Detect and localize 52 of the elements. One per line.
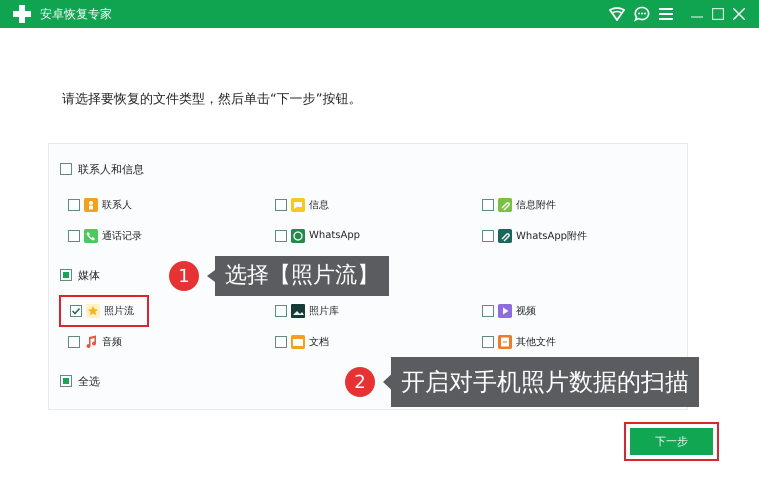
maximize-icon[interactable] (712, 8, 724, 20)
item-checkbox[interactable] (68, 336, 80, 348)
item-checkbox[interactable] (68, 230, 80, 242)
item-checkbox[interactable] (275, 230, 287, 242)
callout-bubble: 选择【照片流】 (207, 256, 389, 296)
contact-card-icon (84, 198, 98, 212)
menu-icon[interactable] (659, 8, 673, 20)
file-type-label: 联系人 (102, 198, 132, 212)
file-type-label: WhatsApp (309, 230, 360, 241)
item-checkbox[interactable] (68, 198, 80, 210)
group-label: 联系人和信息 (78, 162, 144, 176)
file-type-label: 通话记录 (102, 230, 142, 242)
item-checkbox[interactable] (482, 198, 494, 210)
instruction-text: 请选择要恢复的文件类型，然后单击“下一步”按钮。 (62, 91, 362, 109)
item-checkbox[interactable] (482, 230, 494, 242)
wifi-icon[interactable] (609, 7, 625, 21)
group-label: 媒体 (78, 268, 100, 282)
chat-bubble-icon (291, 198, 305, 212)
close-icon[interactable] (733, 8, 745, 20)
plus-icon (12, 4, 32, 24)
file-type-label: 文档 (309, 336, 329, 348)
file-icon (498, 334, 512, 348)
item-checkbox[interactable] (275, 198, 287, 210)
item-checkbox[interactable] (482, 336, 494, 348)
music-note-icon (84, 334, 98, 348)
file-type-label: WhatsApp附件 (516, 230, 588, 242)
phone-icon (84, 228, 98, 242)
window-title: 安卓恢复专家 (40, 6, 112, 22)
folder-icon (291, 334, 305, 348)
group-checkbox[interactable] (60, 163, 72, 175)
item-checkbox[interactable] (482, 304, 494, 316)
item-checkbox[interactable] (70, 304, 82, 316)
chat-icon[interactable] (634, 6, 650, 22)
select-all-checkbox[interactable] (60, 375, 72, 387)
file-type-label: 照片库 (309, 304, 339, 318)
file-type-label: 照片流 (104, 304, 134, 318)
file-type-label: 其他文件 (516, 336, 556, 348)
item-checkbox[interactable] (275, 336, 287, 348)
image-icon (291, 304, 305, 318)
item-checkbox[interactable] (275, 304, 287, 316)
group-checkbox[interactable] (60, 269, 72, 281)
file-type-label: 音频 (102, 336, 122, 348)
file-type-label: 信息附件 (516, 198, 556, 212)
paperclip-icon (498, 228, 512, 242)
star-icon (86, 304, 100, 318)
next-button[interactable]: 下一步 (630, 428, 713, 455)
play-icon (498, 304, 512, 318)
file-type-label: 视频 (516, 304, 536, 318)
paperclip-icon (498, 198, 512, 212)
file-type-label: 信息 (309, 198, 329, 212)
callout-bubble: 开启对手机照片数据的扫描 (383, 357, 699, 407)
select-all-label: 全选 (78, 374, 100, 388)
